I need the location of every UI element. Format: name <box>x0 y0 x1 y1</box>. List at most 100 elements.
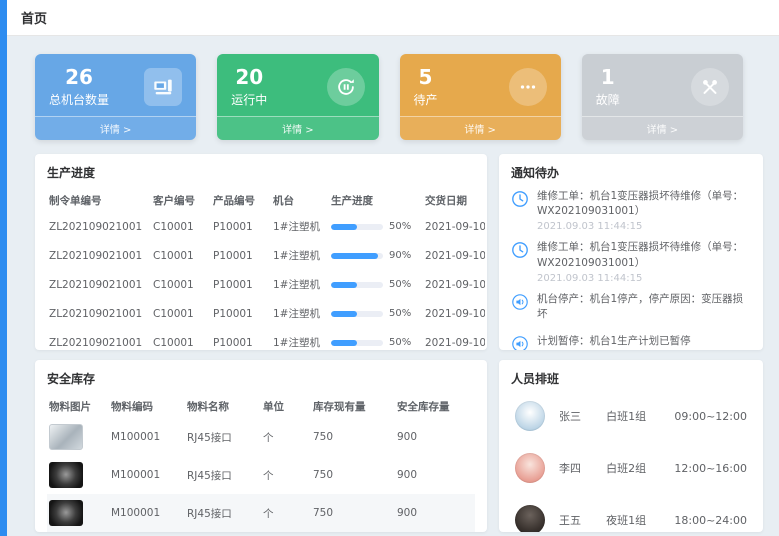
cell-machine: 1#注塑机 <box>271 299 329 328</box>
cell-progress: 50 <box>329 328 423 350</box>
cell-machine: 1#注塑机 <box>271 328 329 350</box>
notification-item[interactable]: 机台停产：机台1停产，停产原因：变压器损坏 <box>511 292 751 326</box>
card-detail-link[interactable]: 详情 > <box>35 116 196 140</box>
column-header: 交货日期 <box>423 189 485 212</box>
cell-safety-qty: 900 <box>395 494 475 532</box>
notification-item[interactable]: 维修工单：机台1变压器损坏待维修（单号：WX202109031001） 2021… <box>511 189 751 232</box>
schedule-row: 王五 夜班1组 18:00~24:00 <box>511 499 751 532</box>
cell-product-no: P10001 <box>211 212 271 241</box>
stat-cards-row: 26 总机台数量 详情 > 20 运行中 详情 > <box>35 54 743 140</box>
progress-bar <box>331 224 383 230</box>
notification-item[interactable]: 维修工单：机台1变压器损坏待维修（单号：WX202109031001） 2021… <box>511 240 751 283</box>
speaker-icon <box>511 335 529 350</box>
notification-text: 计划暂停：机台1生产计划已暂停 <box>537 334 691 349</box>
cell-progress: 50 <box>329 212 423 241</box>
cell-material-code: M100001 <box>109 456 185 494</box>
schedule-row: 张三 白班1组 09:00~12:00 <box>511 395 751 437</box>
cell-unit: 个 <box>261 418 311 456</box>
cell-material-code: M100001 <box>109 494 185 532</box>
avatar <box>515 401 545 431</box>
stat-label: 总机台数量 <box>49 91 109 108</box>
table-header-row: 物料图片 物料编码 物料名称 单位 库存现有量 安全库存量 <box>47 395 475 418</box>
cell-order-no: ZL202109021001 <box>47 299 151 328</box>
cell-order-no: ZL202109021001 <box>47 212 151 241</box>
cell-machine: 1#注塑机 <box>271 270 329 299</box>
person-name: 张三 <box>559 408 592 424</box>
cell-delivery-date: 2021-09-10 <box>423 241 485 270</box>
table-row: ZL202109021001 C10001 P10001 1#注塑机 50 20… <box>47 299 485 328</box>
cell-on-hand: 750 <box>311 456 395 494</box>
table-row: ZL202109021001 C10001 P10001 1#注塑机 90 20… <box>47 241 485 270</box>
cell-product-no: P10001 <box>211 270 271 299</box>
cell-material-name: RJ45接口 <box>185 494 261 532</box>
cell-product-no: P10001 <box>211 299 271 328</box>
cell-machine: 1#注塑机 <box>271 241 329 270</box>
shift-time: 18:00~24:00 <box>674 514 747 527</box>
cell-customer-no: C10001 <box>151 212 211 241</box>
production-progress-panel: 生产进度 制令单编号 客户编号 产品编号 机台 生产进度 交货日期 ZL2021 <box>35 154 487 350</box>
table-row: ZL202109021001 C10001 P10001 1#注塑机 50 20… <box>47 212 485 241</box>
panel-title: 生产进度 <box>47 164 475 181</box>
stat-label: 故障 <box>596 91 620 108</box>
cell-on-hand: 750 <box>311 418 395 456</box>
clock-icon <box>511 241 529 259</box>
table-row: M100001 RJ45接口 个 750 900 <box>47 494 475 532</box>
avatar <box>515 453 545 483</box>
tools-icon <box>691 68 729 106</box>
cell-material-name: RJ45接口 <box>185 418 261 456</box>
cell-delivery-date: 2021-09-10 <box>423 212 485 241</box>
card-detail-link[interactable]: 详情 > <box>582 116 743 140</box>
notification-item[interactable]: 计划暂停：机台1生产计划已暂停 2021.09.03 11:44:15 <box>511 334 751 350</box>
personnel-schedule-panel: 人员排班 张三 白班1组 09:00~12:00 李四 白班2组 12:00~1… <box>499 360 763 532</box>
cell-material-code: M100001 <box>109 418 185 456</box>
stat-card-body: 5 待产 <box>400 54 561 116</box>
notification-list: 维修工单：机台1变压器损坏待维修（单号：WX202109031001） 2021… <box>511 189 751 350</box>
progress-bar <box>331 340 383 346</box>
card-detail-link[interactable]: 详情 > <box>217 116 378 140</box>
stat-card-fault: 1 故障 详情 > <box>582 54 743 140</box>
ellipsis-icon <box>509 68 547 106</box>
cell-on-hand: 750 <box>311 494 395 532</box>
stat-value: 1 <box>596 66 620 89</box>
left-nav-strip <box>0 0 7 536</box>
notification-time: 2021.09.03 11:44:15 <box>537 221 751 232</box>
main-content: 26 总机台数量 详情 > 20 运行中 详情 > <box>7 37 779 536</box>
cell-progress: 50 <box>329 270 423 299</box>
table-row: M100001 RJ45接口 个 750 900 <box>47 456 475 494</box>
schedule-row: 李四 白班2组 12:00~16:00 <box>511 447 751 489</box>
table-row: M100001 RJ45接口 个 750 900 <box>47 418 475 456</box>
card-detail-link[interactable]: 详情 > <box>400 116 561 140</box>
stat-label: 待产 <box>414 91 438 108</box>
panel-title: 通知待办 <box>511 164 751 181</box>
cell-order-no: ZL202109021001 <box>47 270 151 299</box>
progress-percent: 50 <box>389 308 411 319</box>
column-header: 库存现有量 <box>311 395 395 418</box>
cell-delivery-date: 2021-09-10 <box>423 299 485 328</box>
safety-stock-panel: 安全库存 物料图片 物料编码 物料名称 单位 库存现有量 安全库存量 <box>35 360 487 532</box>
cell-customer-no: C10001 <box>151 299 211 328</box>
stat-card-running: 20 运行中 详情 > <box>217 54 378 140</box>
cell-unit: 个 <box>261 456 311 494</box>
column-header: 客户编号 <box>151 189 211 212</box>
progress-percent: 50 <box>389 221 411 232</box>
progress-bar <box>331 282 383 288</box>
cell-safety-qty: 900 <box>395 456 475 494</box>
stat-value: 20 <box>231 66 267 89</box>
stat-card-total-machines: 26 总机台数量 详情 > <box>35 54 196 140</box>
notifications-panel: 通知待办 维修工单：机台1变压器损坏待维修（单号：WX202109031001）… <box>499 154 763 350</box>
table-header-row: 制令单编号 客户编号 产品编号 机台 生产进度 交货日期 <box>47 189 485 212</box>
progress-bar <box>331 311 383 317</box>
person-name: 王五 <box>559 512 592 528</box>
cell-customer-no: C10001 <box>151 270 211 299</box>
column-header: 物料名称 <box>185 395 261 418</box>
cell-order-no: ZL202109021001 <box>47 328 151 350</box>
cell-delivery-date: 2021-09-10 <box>423 270 485 299</box>
stat-value: 5 <box>414 66 438 89</box>
shift-label: 白班2组 <box>606 460 660 476</box>
notification-time: 2021.09.03 11:44:15 <box>537 273 751 284</box>
avatar <box>515 505 545 532</box>
notification-text: 维修工单：机台1变压器损坏待维修（单号：WX202109031001） <box>537 240 751 270</box>
person-name: 李四 <box>559 460 592 476</box>
production-table: 制令单编号 客户编号 产品编号 机台 生产进度 交货日期 ZL202109021… <box>47 189 485 350</box>
rj45-photo <box>49 424 83 450</box>
